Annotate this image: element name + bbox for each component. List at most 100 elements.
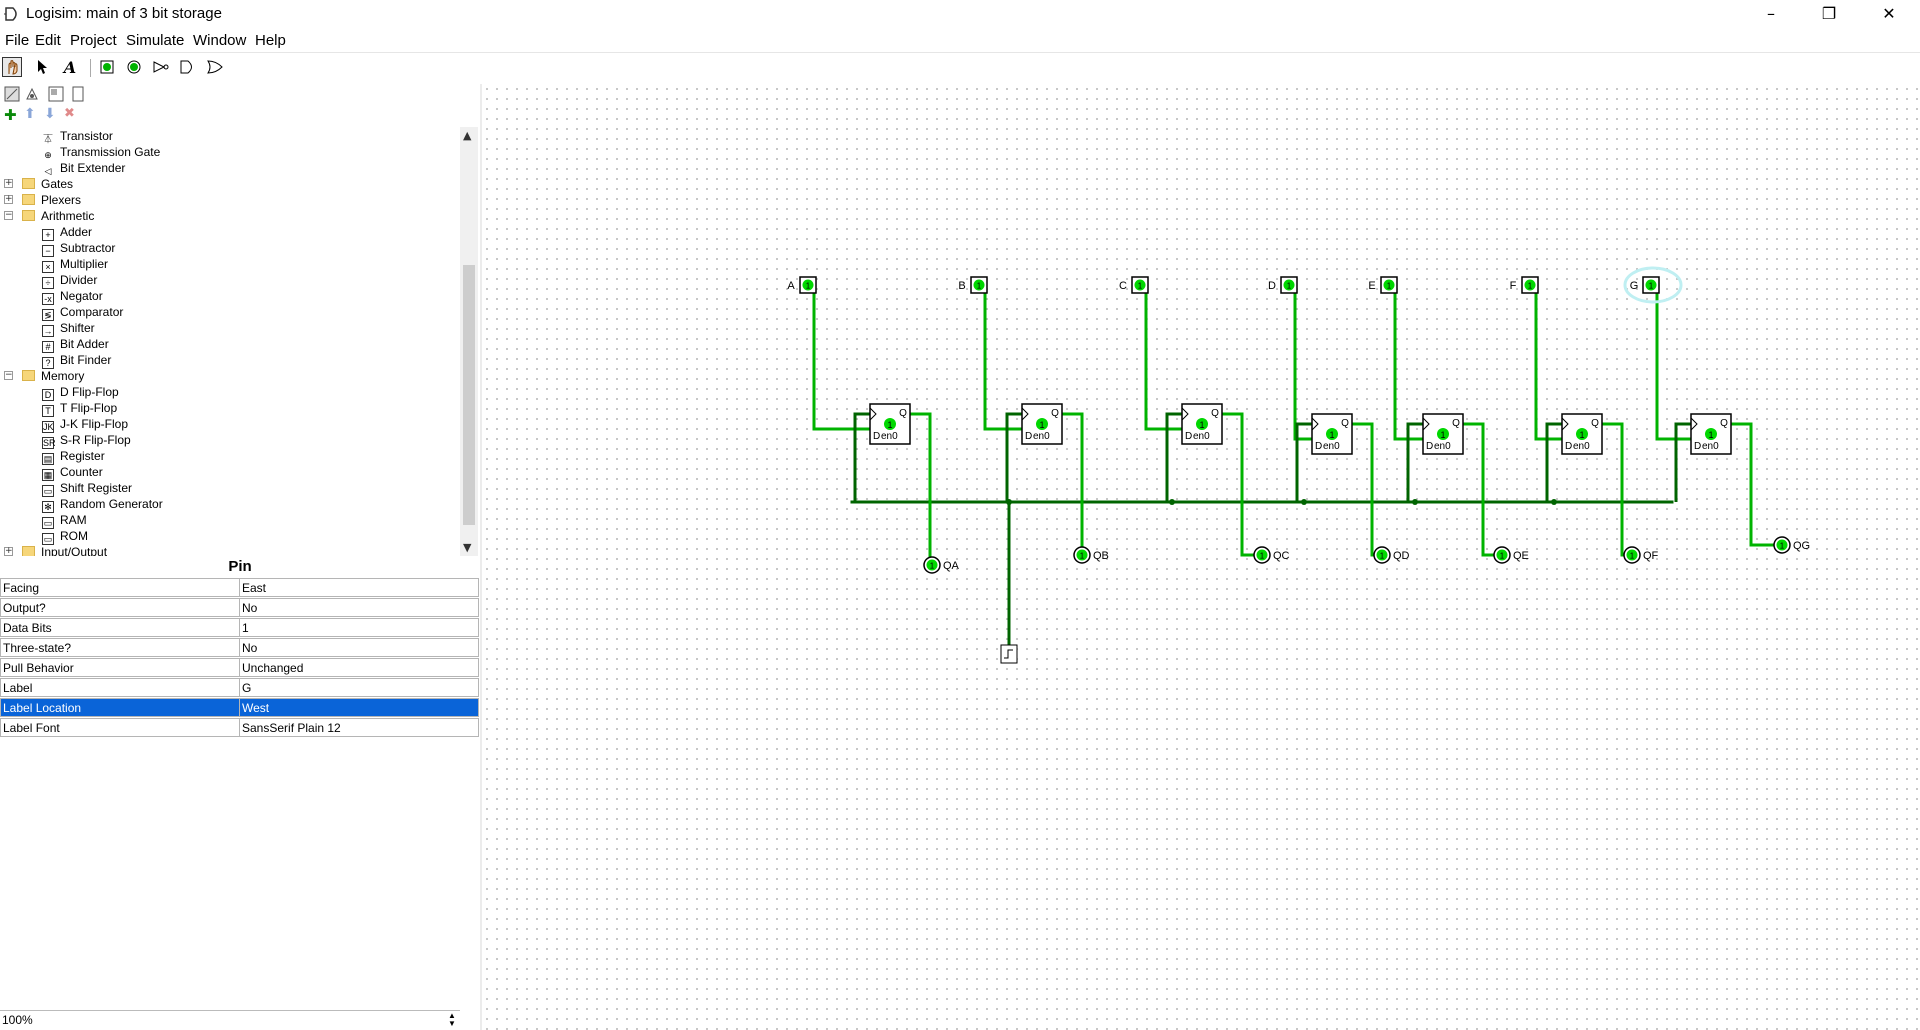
property-value[interactable]: East [239, 578, 479, 597]
explorer-toolbar [0, 84, 480, 104]
tree-item-ram[interactable]: ▭ RAM [42, 512, 87, 529]
tree-item-multiplier[interactable]: × Multiplier [42, 256, 108, 273]
collapse-icon[interactable]: − [4, 211, 13, 220]
property-value[interactable]: G [239, 678, 479, 697]
move-down-icon[interactable]: ⬇ [44, 106, 56, 122]
property-row-label-font[interactable]: Label Font SansSerif Plain 12 [0, 718, 479, 737]
toolbox-view-icon[interactable] [2, 84, 22, 104]
circuit-drawing[interactable]: 1AQ1D en01 QA1BQ1D en01 QB1CQ1D en01 QC1DQ1D en… [482, 84, 1920, 1030]
menu-edit[interactable]: Edit [35, 32, 61, 49]
tree-item-counter[interactable]: ▦ Counter [42, 464, 103, 481]
property-row-facing[interactable]: Facing East [0, 578, 479, 597]
or-gate-icon[interactable] [205, 57, 225, 77]
minimize-button[interactable]: – [1742, 0, 1800, 30]
property-row-output-[interactable]: Output? No [0, 598, 479, 617]
tree-scrollbar[interactable]: ▲ ▼ [460, 127, 478, 556]
ff-enable-label: en0 [1193, 431, 1210, 442]
simulation-view-icon[interactable] [22, 84, 42, 104]
tree-folder-memory[interactable]: Memory [22, 368, 84, 384]
property-value[interactable]: 1 [239, 618, 479, 637]
clock-wire [1165, 412, 1182, 502]
text-tool-icon[interactable]: A [60, 57, 80, 77]
scroll-up-icon[interactable]: ▲ [463, 129, 471, 142]
output-label-qg: QG [1793, 540, 1810, 552]
expand-icon[interactable]: + [4, 179, 13, 188]
tree-item-negator[interactable]: -x Negator [42, 288, 103, 305]
scrollbar-thumb[interactable] [463, 265, 475, 525]
property-row-three-state-[interactable]: Three-state? No [0, 638, 479, 657]
property-row-label-location[interactable]: Label Location West [0, 698, 479, 717]
tree-item-label: S-R Flip-Flop [60, 433, 131, 447]
tree-item-adder[interactable]: + Adder [42, 224, 92, 241]
collapse-icon[interactable]: − [4, 371, 13, 380]
menu-window[interactable]: Window [193, 32, 246, 49]
and-gate-icon[interactable] [178, 57, 198, 77]
move-up-icon[interactable]: ⬆ [24, 106, 36, 122]
component-tree: ⏄ Transistor ⊕ Transmission Gate ◁ Bit Extend… [0, 127, 460, 556]
scroll-down-icon[interactable]: ▼ [463, 541, 471, 554]
input-pin-icon[interactable] [97, 57, 117, 77]
circuit-canvas[interactable]: 1 A Q 1 Den0 1 QA 1 B Q 1 Den0 1 QB 1 C Q 1 Den0 1 QC 1 D Q 1 Den… [482, 84, 1920, 1030]
output-wire [1602, 422, 1632, 557]
tree-item-label: Subtractor [60, 241, 116, 255]
maximize-button[interactable]: ❐ [1800, 0, 1858, 30]
tree-item-comparator[interactable]: ≶ Comparator [42, 304, 124, 321]
tree-item-shift-register[interactable]: ▭ Shift Register [42, 480, 132, 497]
zoom-spinner-icon[interactable]: ▲ ▼ [448, 1012, 456, 1028]
property-value[interactable]: No [239, 598, 479, 617]
output-label-qc: QC [1273, 550, 1290, 562]
property-value[interactable]: SansSerif Plain 12 [239, 718, 479, 737]
tree-item-bit-adder[interactable]: # Bit Adder [42, 336, 109, 353]
menu-simulate[interactable]: Simulate [126, 32, 184, 49]
property-row-label[interactable]: Label G [0, 678, 479, 697]
tree-item-bit-finder[interactable]: ? Bit Finder [42, 352, 111, 369]
tree-item-transmission-gate[interactable]: ⊕ Transmission Gate [42, 144, 160, 162]
layout-view-icon[interactable] [46, 84, 66, 104]
output-pin-icon[interactable] [124, 57, 144, 77]
tree-item-label: Bit Adder [60, 337, 109, 351]
tree-item-j-k-flip-flop[interactable]: JK J-K Flip-Flop [42, 416, 128, 433]
tree-folder-gates[interactable]: Gates [22, 176, 73, 192]
tree-item-s-r-flip-flop[interactable]: SR S-R Flip-Flop [42, 432, 131, 449]
not-gate-icon[interactable] [151, 57, 171, 77]
delete-circuit-icon[interactable]: ✖ [64, 106, 75, 121]
tree-item-shifter[interactable]: → Shifter [42, 320, 95, 337]
tree-folder-arithmetic[interactable]: Arithmetic [22, 208, 94, 224]
zoom-field[interactable]: 100% ▲ ▼ [0, 1010, 460, 1028]
expand-icon[interactable]: + [4, 547, 13, 556]
tree-folder-input-output[interactable]: Input/Output [22, 544, 107, 556]
menu-project[interactable]: Project [70, 32, 117, 49]
expand-icon[interactable]: + [4, 195, 13, 204]
poke-tool-icon[interactable] [2, 57, 22, 77]
select-tool-icon[interactable] [32, 57, 52, 77]
property-row-data-bits[interactable]: Data Bits 1 [0, 618, 479, 637]
property-row-pull-behavior[interactable]: Pull Behavior Unchanged [0, 658, 479, 677]
property-value[interactable]: No [239, 638, 479, 657]
tree-item-d-flip-flop[interactable]: DD Flip-Flop [42, 384, 119, 401]
property-key: Pull Behavior [0, 658, 240, 677]
ff-d-label: D [1426, 441, 1433, 452]
tree-item-random-generator[interactable]: ✻ Random Generator [42, 496, 163, 513]
tree-item-label: Counter [60, 465, 103, 479]
zoom-value: 100% [2, 1013, 33, 1027]
tree-item-label: Comparator [60, 305, 124, 319]
tree-item-transistor[interactable]: ⏄ Transistor [42, 128, 113, 146]
tree-item-register[interactable]: ▤ Register [42, 448, 105, 465]
tree-item-divider[interactable]: ÷ Divider [42, 272, 97, 289]
menu-help[interactable]: Help [255, 32, 286, 49]
tree-item-t-flip-flop[interactable]: TT Flip-Flop [42, 400, 117, 417]
input-pin-value: 1 [1528, 282, 1533, 291]
property-value[interactable]: West [239, 698, 479, 717]
tree-item-subtractor[interactable]: − Subtractor [42, 240, 116, 257]
close-button[interactable]: ✕ [1860, 0, 1918, 30]
property-value[interactable]: Unchanged [239, 658, 479, 677]
tree-folder-plexers[interactable]: Plexers [22, 192, 81, 208]
tree-item-bit-extender[interactable]: ◁ Bit Extender [42, 160, 125, 178]
input-pin-value: 1 [1138, 282, 1143, 291]
appearance-view-icon[interactable] [68, 84, 88, 104]
tree-item-label: Transistor [60, 129, 113, 143]
tree-item-rom[interactable]: ▭ ROM [42, 528, 88, 545]
output-wire [1352, 422, 1382, 557]
menu-file[interactable]: File [5, 32, 29, 49]
add-circuit-icon[interactable]: ✚ [4, 106, 17, 124]
